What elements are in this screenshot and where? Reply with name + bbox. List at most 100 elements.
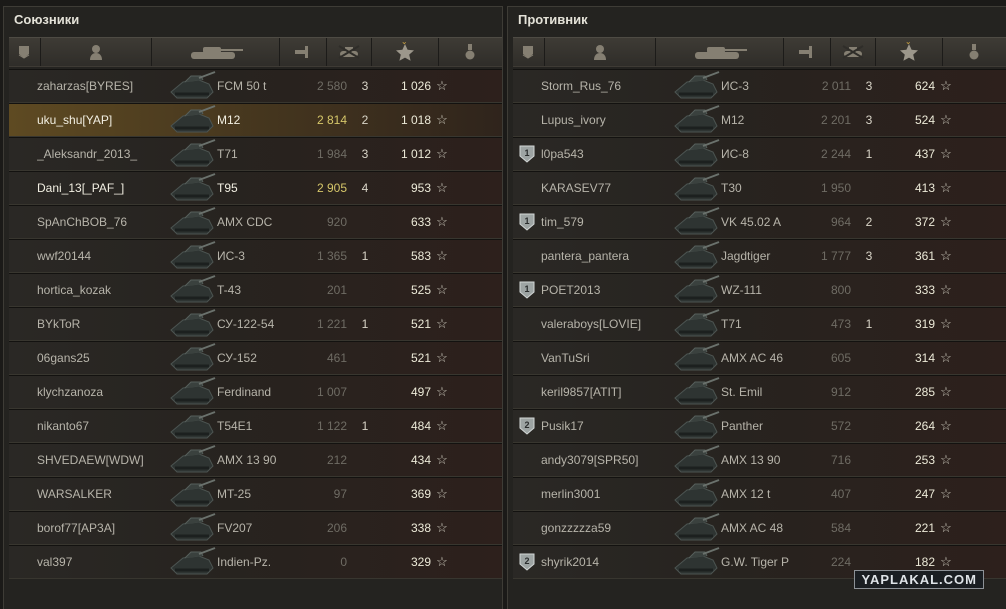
player-name: valeraboys[LOVIE] xyxy=(541,317,642,331)
player-row[interactable]: 1 l0pa543 ИС-8 2 244 1 437 ☆ xyxy=(513,137,1006,171)
player-row[interactable]: VanTuSri AMX AC 46 605 314 ☆ xyxy=(513,341,1006,375)
tank-icon xyxy=(169,104,217,136)
player-row[interactable]: WARSALKER MT-25 97 369 ☆ xyxy=(9,477,502,511)
tank-name: G.W. Tiger P xyxy=(721,555,790,569)
player-name: WARSALKER xyxy=(37,487,112,501)
player-row[interactable]: 2 Pusik17 Panther 572 264 ☆ xyxy=(513,409,1006,443)
sort-kills-header[interactable] xyxy=(327,38,372,66)
sort-medal-header[interactable] xyxy=(439,38,502,66)
star-icon: ☆ xyxy=(940,520,952,535)
player-row[interactable]: uku_shu[YAP] M12 2 814 2 1 018 ☆ xyxy=(9,103,502,137)
player-row[interactable]: gonzzzzza59 AMX AC 48 584 221 ☆ xyxy=(513,511,1006,545)
star-icon: ☆ xyxy=(436,350,448,365)
tank-name: AMX AC 48 xyxy=(721,521,784,535)
player-row[interactable]: nikanto67 T54E1 1 122 1 484 ☆ xyxy=(9,409,502,443)
player-row[interactable]: valeraboys[LOVIE] T71 473 1 319 ☆ xyxy=(513,307,1006,341)
enemies-panel: Противник ⌄ Storm_Rus_76 ИС-3 2 011 3 62… xyxy=(507,6,1006,609)
sort-badge-header[interactable] xyxy=(513,38,545,66)
sort-badge-header[interactable] xyxy=(9,38,41,66)
tank-name: MT-25 xyxy=(217,487,252,501)
sort-kills-header[interactable] xyxy=(831,38,876,66)
damage-value: 2 011 xyxy=(821,79,851,93)
kills-header-icon xyxy=(842,45,864,59)
damage-value: 0 xyxy=(340,555,347,569)
tank-name: AMX CDC xyxy=(217,215,273,229)
kills-value: 2 xyxy=(865,215,873,229)
sort-player-header[interactable] xyxy=(41,38,152,66)
player-row[interactable]: keril9857[ATIT] St. Emil 912 285 ☆ xyxy=(513,375,1006,409)
sort-player-header[interactable] xyxy=(545,38,656,66)
player-row[interactable]: Storm_Rus_76 ИС-3 2 011 3 624 ☆ xyxy=(513,69,1006,103)
player-name: zaharzas[BYRES] xyxy=(37,79,134,93)
xp-value: 525 xyxy=(410,283,431,297)
tank-name: ИС-3 xyxy=(217,249,245,263)
allies-title: Союзники xyxy=(14,12,80,27)
player-row[interactable]: hortica_kozak T-43 201 525 ☆ xyxy=(9,273,502,307)
player-row[interactable]: wwf20144 ИС-3 1 365 1 583 ☆ xyxy=(9,239,502,273)
kills-value: 3 xyxy=(361,79,369,93)
player-row[interactable]: KARASEV77 T30 1 950 413 ☆ xyxy=(513,171,1006,205)
tank-header-icon xyxy=(694,47,747,59)
xp-value: 247 xyxy=(914,487,935,501)
tank-icon xyxy=(169,478,217,510)
tank-icon xyxy=(169,410,217,442)
xp-value: 264 xyxy=(914,419,935,433)
player-row[interactable]: borof77[AP3A] FV207 206 338 ☆ xyxy=(9,511,502,545)
sort-indicator: ⌄ xyxy=(904,37,912,46)
sort-medal-header[interactable] xyxy=(943,38,1006,66)
xp-value: 953 xyxy=(410,181,431,195)
svg-text:1: 1 xyxy=(524,216,529,226)
player-row[interactable]: merlin3001 AMX 12 t 407 247 ☆ xyxy=(513,477,1006,511)
badge-header-icon xyxy=(19,46,30,59)
player-row[interactable]: SHVEDAEW[WDW] AMX 13 90 212 434 ☆ xyxy=(9,443,502,477)
player-row[interactable]: andy3079[SPR50] AMX 13 90 716 253 ☆ xyxy=(513,443,1006,477)
player-name: klychzanoza xyxy=(37,385,104,399)
star-icon: ☆ xyxy=(940,384,952,399)
xp-value: 484 xyxy=(410,419,431,433)
player-row[interactable]: SpAnChBOB_76 AMX CDC 920 633 ☆ xyxy=(9,205,502,239)
class-badge-icon: 2 xyxy=(519,553,535,571)
tank-name: VK 45.02 A xyxy=(721,215,782,229)
damage-value: 964 xyxy=(830,215,851,229)
sort-xp-header[interactable]: ⌄ xyxy=(876,38,943,66)
star-icon: ☆ xyxy=(436,452,448,467)
sort-tank-header[interactable] xyxy=(656,38,785,66)
tank-name: M12 xyxy=(721,113,745,127)
site-watermark: YAPLAKAL.COM xyxy=(854,570,984,589)
player-row[interactable]: BYkToR СУ-122-54 1 221 1 521 ☆ xyxy=(9,307,502,341)
player-row[interactable]: pantera_pantera Jagdtiger 1 777 3 361 ☆ xyxy=(513,239,1006,273)
star-icon: ☆ xyxy=(436,554,448,569)
kills-value: 3 xyxy=(865,113,873,127)
player-name: shyrik2014 xyxy=(541,555,600,569)
damage-value: 572 xyxy=(830,419,851,433)
kills-value: 1 xyxy=(865,147,873,161)
class-badge-icon: 2 xyxy=(519,417,535,435)
player-row[interactable]: 1 tim_579 VK 45.02 A 964 2 372 ☆ xyxy=(513,205,1006,239)
player-row[interactable]: klychzanoza Ferdinand 1 007 497 ☆ xyxy=(9,375,502,409)
player-row[interactable]: val397 Indien-Pz. 0 329 ☆ xyxy=(9,545,502,579)
player-row[interactable]: Dani_13[_PAF_] T95 2 905 4 953 ☆ xyxy=(9,171,502,205)
tank-icon xyxy=(169,274,217,306)
star-icon: ☆ xyxy=(436,146,448,161)
damage-value: 206 xyxy=(326,521,347,535)
player-name: SpAnChBOB_76 xyxy=(37,215,128,229)
tank-icon xyxy=(673,512,721,544)
star-icon: ☆ xyxy=(940,282,952,297)
player-name: borof77[AP3A] xyxy=(37,521,116,535)
damage-value: 2 905 xyxy=(316,181,347,195)
sort-xp-header[interactable]: ⌄ xyxy=(372,38,439,66)
svg-text:1: 1 xyxy=(524,148,529,158)
star-icon: ☆ xyxy=(436,214,448,229)
sort-damage-header[interactable] xyxy=(280,38,328,66)
xp-value: 1 018 xyxy=(400,113,431,127)
player-row[interactable]: zaharzas[BYRES] FCM 50 t 2 580 3 1 026 ☆ xyxy=(9,69,502,103)
damage-header-icon xyxy=(295,46,309,58)
xp-value: 521 xyxy=(410,351,431,365)
player-name: Lupus_ivory xyxy=(541,113,606,127)
player-row[interactable]: 1 POET2013 WZ-111 800 333 ☆ xyxy=(513,273,1006,307)
player-row[interactable]: Lupus_ivory M12 2 201 3 524 ☆ xyxy=(513,103,1006,137)
player-row[interactable]: 06gans25 СУ-152 461 521 ☆ xyxy=(9,341,502,375)
sort-tank-header[interactable] xyxy=(152,38,281,66)
sort-damage-header[interactable] xyxy=(784,38,832,66)
player-row[interactable]: _Aleksandr_2013_ T71 1 984 3 1 012 ☆ xyxy=(9,137,502,171)
